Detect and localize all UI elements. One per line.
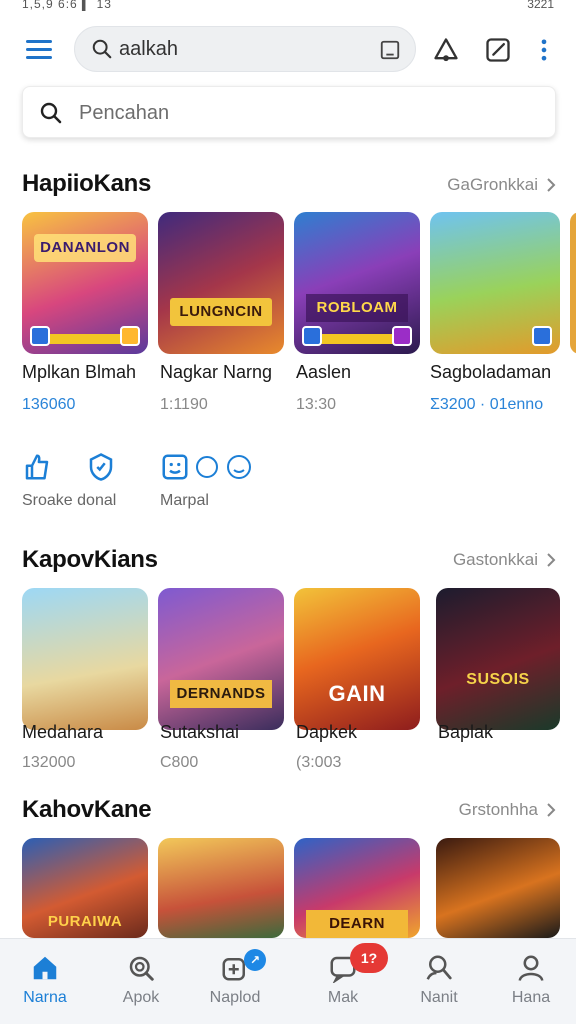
see-all-label: GaGronkkai	[447, 175, 538, 194]
chevron-right-icon	[547, 178, 556, 192]
nav-label: Hana	[511, 989, 551, 1006]
chevron-right-icon	[547, 553, 556, 567]
game-banner-text: DEARN	[306, 910, 408, 938]
nav-item-chat[interactable]: Mak 1?	[298, 943, 388, 1017]
shield-icon	[89, 453, 113, 481]
game-title: Mplkan Blmah	[22, 362, 137, 382]
nav-label: Naplod	[209, 989, 261, 1006]
tile-bar	[316, 334, 398, 344]
quick-action[interactable]	[86, 452, 116, 487]
game-title: Nagkar Narng	[160, 362, 273, 382]
see-all-label: Grstonhha	[458, 800, 538, 819]
game-banner-text: DANANLON	[34, 234, 136, 262]
nav-item-profile[interactable]: Hana	[486, 947, 576, 1017]
game-tile[interactable]: DEARN	[294, 838, 420, 938]
tablet-icon[interactable]	[379, 39, 401, 61]
edit-icon[interactable]	[484, 36, 512, 64]
game-tile[interactable]: PURAIWA	[22, 838, 148, 938]
section-title: KapovKians	[22, 546, 158, 573]
game-banner-text: PURAIWA	[47, 913, 123, 930]
game-tile[interactable]: LUNGNCIN	[158, 212, 284, 354]
section-see-all-link[interactable]: Grstonhha	[459, 800, 556, 820]
see-all-label: Gastonkkai	[452, 550, 538, 569]
game-badge-icon	[120, 326, 140, 346]
game-downloads: 136060	[22, 396, 76, 413]
game-downloads: (3:003	[296, 754, 342, 771]
game-banner-text: ROBLOAM	[306, 294, 408, 322]
search-icon	[92, 39, 112, 59]
game-downloads: 13:30	[296, 396, 337, 413]
game-title: Sagboladaman	[430, 362, 552, 382]
quick-action-label: Sroake donal	[22, 492, 117, 509]
game-downloads: 1:1190	[160, 396, 208, 413]
section-title: HapiioKans	[22, 170, 152, 197]
game-downloads: C800	[160, 754, 199, 771]
quick-action[interactable]: Marpal	[160, 452, 251, 509]
game-downloads: Ʃ3200 · 01enno	[430, 396, 544, 413]
chevron-right-icon	[547, 803, 556, 817]
nav-label: Narna	[23, 989, 67, 1006]
more-vertical-icon[interactable]	[530, 36, 558, 64]
game-banner-text: LUNGNCIN	[170, 298, 272, 326]
game-tile[interactable]: ROBLOAM	[294, 212, 420, 354]
tile-bar	[44, 334, 126, 344]
game-badge-icon	[392, 326, 412, 346]
game-title: Baplak	[438, 722, 494, 742]
top-app-bar: aalkah	[0, 22, 576, 78]
nav-item-apps[interactable]: Apok	[96, 947, 186, 1017]
game-tile[interactable]	[436, 838, 560, 938]
game-tile[interactable]	[22, 588, 148, 730]
bottom-navigation: Narna Apok Naplod ↗ Mak 1? Nanit Hana	[0, 938, 576, 1024]
bell-alert-icon[interactable]	[432, 36, 460, 64]
quick-action-label: Marpal	[160, 492, 209, 509]
top-search-bar[interactable]: aalkah	[74, 26, 416, 72]
game-tile-partial[interactable]	[570, 212, 576, 354]
game-badge-icon	[302, 326, 322, 346]
nav-label: Mak	[327, 989, 359, 1006]
game-title: Aaslen	[296, 362, 352, 382]
game-banner-text: DERNANDS	[170, 680, 272, 708]
game-tile[interactable]: DERNANDS	[158, 588, 284, 730]
game-tile[interactable]: GAIN	[294, 588, 420, 730]
quick-action[interactable]: Sroake donal	[22, 452, 116, 509]
emoji-strip-icon	[196, 455, 251, 479]
home-icon	[33, 956, 57, 980]
game-banner-text: GAIN	[328, 681, 386, 706]
search-card[interactable]	[22, 86, 556, 138]
game-tile[interactable]: DANANLON	[22, 212, 148, 354]
search-input[interactable]	[79, 97, 519, 129]
search-zoom-icon	[129, 956, 154, 981]
notification-badge-icon: ↗	[244, 949, 266, 971]
game-title: Dapkek	[296, 722, 358, 742]
nav-label: Apok	[122, 989, 160, 1006]
person-search-icon	[426, 955, 452, 980]
game-tile[interactable]	[158, 838, 284, 938]
section-see-all-link[interactable]: GaGronkkai	[447, 175, 556, 195]
game-badge-icon	[30, 326, 50, 346]
profile-icon	[518, 955, 544, 981]
status-bar: 1,5,9 6:6 ▍ 13 3221	[0, 0, 576, 14]
search-icon	[40, 102, 62, 124]
smile-icon	[162, 454, 188, 480]
section-see-all-link[interactable]: Gastonkkai	[453, 550, 556, 570]
game-downloads: 132000	[22, 754, 76, 771]
game-badge-icon	[532, 326, 552, 346]
hamburger-menu-icon[interactable]	[26, 40, 52, 60]
notification-count-badge: 1?	[350, 943, 388, 973]
nav-item-home[interactable]: Narna	[0, 947, 90, 1017]
status-time: 1,5,9 6:6 ▍ 13	[22, 0, 112, 11]
nav-item-download[interactable]: Naplod ↗	[190, 947, 280, 1017]
game-tile[interactable]	[430, 212, 560, 354]
search-query-text: aalkah	[119, 38, 178, 60]
game-tile[interactable]: SUSOIS	[436, 588, 560, 730]
section-title: KahovKane	[22, 796, 152, 823]
game-title: Sutakshai	[160, 722, 240, 742]
status-battery-text: 3221	[527, 0, 554, 11]
nav-item-search-user[interactable]: Nanit	[394, 947, 484, 1017]
nav-label: Nanit	[420, 989, 458, 1006]
game-title: Medahara	[22, 722, 104, 742]
game-banner-text: SUSOIS	[466, 671, 530, 688]
thumb-up-icon	[25, 454, 49, 480]
